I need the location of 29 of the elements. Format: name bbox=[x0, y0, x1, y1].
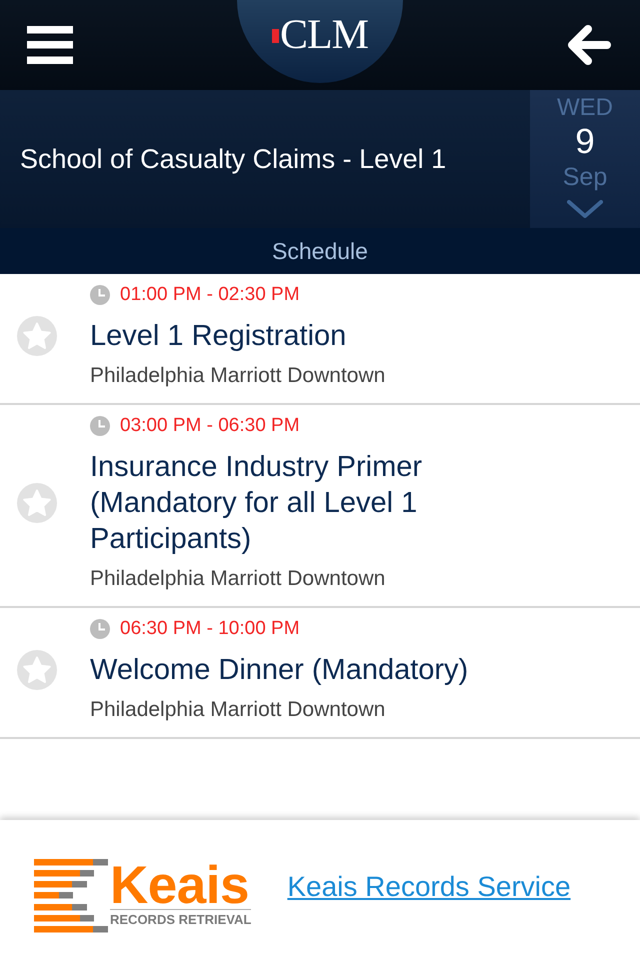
session-title[interactable]: Insurance Industry Primer (Mandatory for all Level 1 Participants) bbox=[90, 449, 530, 557]
logo-tagline: RECORDS RETRIEVAL bbox=[110, 909, 252, 927]
date-weekday: WED bbox=[557, 94, 613, 122]
clock-icon bbox=[90, 416, 110, 436]
session-time: 03:00 PM - 06:30 PM bbox=[120, 415, 300, 437]
session-location: Philadelphia Marriott Downtown bbox=[90, 697, 386, 723]
menu-button[interactable] bbox=[27, 26, 73, 64]
session-time: 01:00 PM - 02:30 PM bbox=[120, 284, 300, 306]
menu-icon bbox=[27, 26, 73, 64]
stripes-icon bbox=[34, 858, 108, 932]
clock-icon bbox=[90, 285, 110, 305]
logo-mark-icon bbox=[272, 28, 279, 42]
clock-icon bbox=[90, 619, 110, 639]
session-location: Philadelphia Marriott Downtown bbox=[90, 363, 386, 389]
schedule-heading: Schedule bbox=[0, 228, 640, 274]
logo-name: Keais bbox=[110, 863, 250, 909]
session-location: Philadelphia Marriott Downtown bbox=[90, 566, 386, 592]
back-arrow-icon bbox=[566, 23, 612, 67]
sponsor-link[interactable]: Keais Records Service bbox=[287, 871, 571, 903]
session-time: 06:30 PM - 10:00 PM bbox=[120, 618, 300, 640]
session-title[interactable]: Level 1 Registration bbox=[90, 318, 530, 354]
date-month: Sep bbox=[562, 162, 608, 192]
course-title: School of Casualty Claims - Level 1 bbox=[20, 144, 446, 174]
date-day: 9 bbox=[575, 122, 595, 162]
session-title[interactable]: Welcome Dinner (Mandatory) bbox=[90, 652, 530, 688]
logo-text: CLM bbox=[280, 14, 368, 56]
date-panel[interactable]: WED 9 Sep bbox=[530, 90, 640, 228]
back-button[interactable] bbox=[566, 23, 612, 67]
chevron-down-icon[interactable] bbox=[567, 200, 603, 218]
